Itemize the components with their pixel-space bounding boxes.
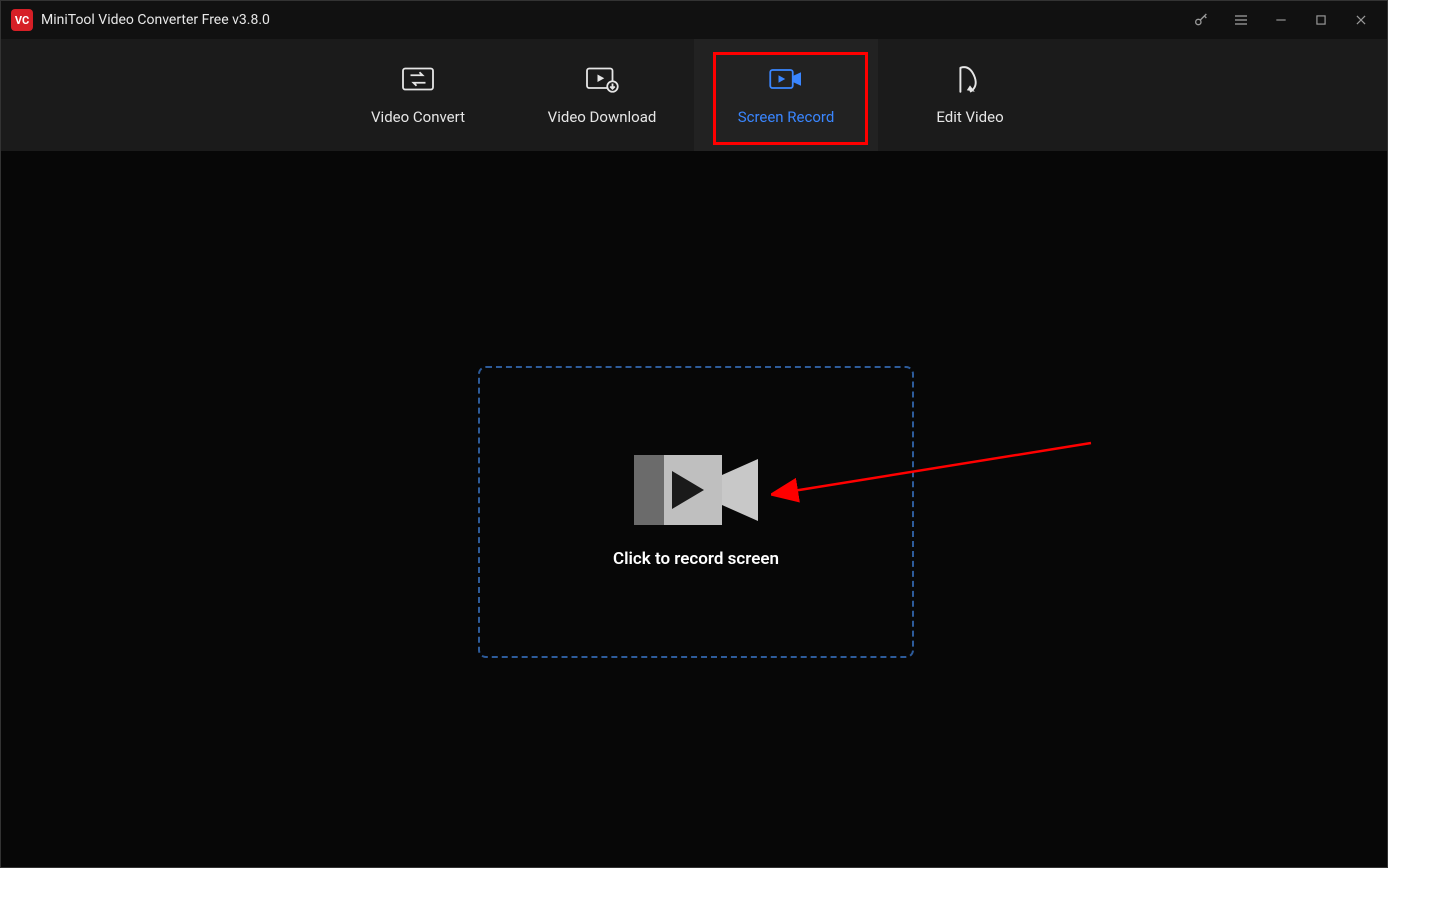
download-icon: [584, 64, 620, 94]
minimize-button[interactable]: [1273, 12, 1289, 28]
hamburger-icon[interactable]: [1233, 12, 1249, 28]
tab-label: Screen Record: [738, 108, 835, 126]
tabs-row: Video Convert Video Download: [1, 39, 1387, 151]
close-button[interactable]: [1353, 12, 1369, 28]
tab-video-download[interactable]: Video Download: [510, 39, 694, 151]
convert-icon: [400, 64, 436, 94]
key-icon[interactable]: [1193, 12, 1209, 28]
app-window: VC MiniTool Video Converter Free v3.8.0: [0, 0, 1388, 868]
app-title: MiniTool Video Converter Free v3.8.0: [41, 12, 270, 28]
edit-icon: [952, 64, 988, 94]
tab-edit-video[interactable]: Edit Video: [878, 39, 1062, 151]
maximize-button[interactable]: [1313, 12, 1329, 28]
record-icon: [768, 64, 804, 94]
titlebar-right: [1193, 12, 1377, 28]
app-logo: VC: [11, 9, 33, 31]
record-dropzone[interactable]: Click to record screen: [478, 366, 914, 658]
tab-video-convert[interactable]: Video Convert: [326, 39, 510, 151]
dropzone-label: Click to record screen: [613, 549, 779, 569]
camera-icon: [634, 455, 758, 525]
titlebar: VC MiniTool Video Converter Free v3.8.0: [1, 1, 1387, 39]
tab-label: Video Convert: [371, 108, 465, 126]
titlebar-left: VC MiniTool Video Converter Free v3.8.0: [11, 9, 270, 31]
tab-label: Video Download: [548, 108, 657, 126]
tab-label: Edit Video: [936, 108, 1003, 126]
tab-screen-record[interactable]: Screen Record: [694, 39, 878, 151]
